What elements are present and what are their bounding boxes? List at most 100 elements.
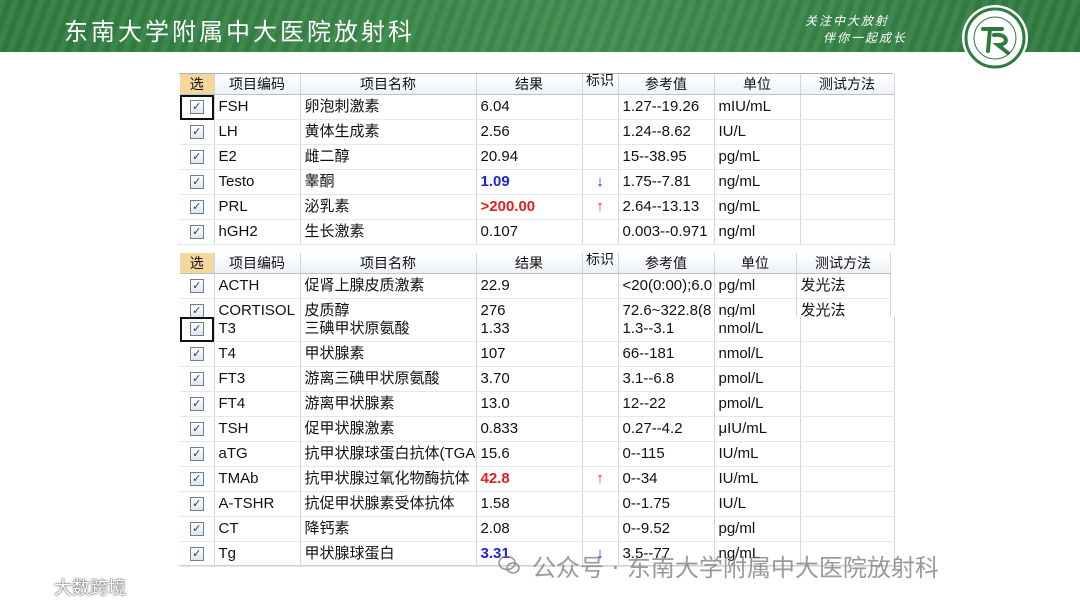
checkbox-checked-icon[interactable]: [189, 304, 204, 319]
table-row[interactable]: A-TSHR 抗促甲状腺素受体抗体 1.58 0--1.75 IU/L: [180, 491, 895, 517]
cell-name: 游离三碘甲状原氨酸: [300, 366, 477, 392]
row-checkbox[interactable]: [180, 273, 215, 299]
col-name[interactable]: 项目名称: [300, 74, 477, 95]
checkbox-checked-icon[interactable]: [189, 347, 204, 362]
table-row[interactable]: T4 甲状腺素 107 66--181 nmol/L: [180, 341, 895, 367]
row-checkbox[interactable]: [180, 416, 215, 442]
row-checkbox[interactable]: [180, 219, 215, 245]
col-code[interactable]: 项目编码: [214, 253, 301, 274]
checkbox-checked-icon[interactable]: [189, 279, 204, 294]
col-method[interactable]: 测试方法: [796, 253, 891, 274]
cell-method: [800, 317, 895, 342]
col-unit[interactable]: 单位: [714, 74, 801, 95]
cell-code: E2: [214, 144, 301, 170]
cell-flag: [582, 119, 619, 145]
table-row[interactable]: ACTH 促肾上腺皮质激素 22.9 <20(0:00);6.0 pg/ml 发…: [180, 273, 891, 299]
arrow-up-icon: ↑: [582, 194, 619, 220]
table-row[interactable]: aTG 抗甲状腺球蛋白抗体(TGA) 15.6 0--115 IU/mL: [180, 441, 895, 467]
row-checkbox[interactable]: [180, 341, 215, 367]
header-banner: 东南大学附属中大医院放射科 关注中大放射 伴你一起成长: [0, 0, 1080, 52]
col-result[interactable]: 结果: [476, 74, 583, 95]
row-checkbox[interactable]: [180, 144, 215, 170]
cell-method: [800, 194, 895, 220]
checkbox-checked-icon[interactable]: [189, 422, 204, 437]
col-code[interactable]: 项目编码: [214, 74, 301, 95]
table-row[interactable]: CT 降钙素 2.08 0--9.52 pg/ml: [180, 516, 895, 542]
cell-result: 107: [476, 341, 583, 367]
col-select[interactable]: 选: [180, 253, 215, 274]
row-checkbox[interactable]: [180, 366, 215, 392]
checkbox-checked-icon[interactable]: [189, 125, 204, 140]
row-checkbox[interactable]: [180, 169, 215, 195]
cell-name: 卵泡刺激素: [300, 94, 477, 120]
checkbox-checked-icon[interactable]: [189, 100, 204, 115]
cell-code: FT4: [214, 391, 301, 417]
checkbox-checked-icon[interactable]: [189, 472, 204, 487]
checkbox-checked-icon[interactable]: [189, 175, 204, 190]
row-checkbox[interactable]: [180, 194, 215, 220]
cell-code: ACTH: [214, 273, 301, 299]
row-checkbox[interactable]: [180, 317, 215, 342]
table-row[interactable]: Testo 睾酮 1.09 ↓ 1.75--7.81 ng/mL: [180, 169, 895, 195]
table-row[interactable]: FT4 游离甲状腺素 13.0 12--22 pmol/L: [180, 391, 895, 417]
row-checkbox[interactable]: [180, 94, 215, 120]
checkbox-checked-icon[interactable]: [189, 547, 204, 562]
cell-method: [800, 169, 895, 195]
checkbox-checked-icon[interactable]: [189, 200, 204, 215]
col-result[interactable]: 结果: [476, 253, 583, 274]
checkbox-checked-icon[interactable]: [189, 322, 204, 337]
row-checkbox[interactable]: [180, 119, 215, 145]
cell-code: hGH2: [214, 219, 301, 245]
cell-code: T3: [214, 317, 301, 342]
checkbox-checked-icon[interactable]: [189, 522, 204, 537]
cell-flag: [582, 491, 619, 517]
cell-method: 发光法: [796, 273, 891, 299]
table-row[interactable]: FT3 游离三碘甲状原氨酸 3.70 3.1--6.8 pmol/L: [180, 366, 895, 392]
cell-unit: pmol/L: [714, 366, 801, 392]
row-checkbox[interactable]: [180, 441, 215, 467]
table-row[interactable]: PRL 泌乳素 >200.00 ↑ 2.64--13.13 ng/mL: [180, 194, 895, 220]
col-reference[interactable]: 参考值: [618, 253, 715, 274]
col-flag[interactable]: 标识: [582, 253, 619, 274]
row-checkbox[interactable]: [180, 491, 215, 517]
table-row[interactable]: E2 雌二醇 20.94 15--38.95 pg/mL: [180, 144, 895, 170]
checkbox-checked-icon[interactable]: [189, 397, 204, 412]
cell-code: LH: [214, 119, 301, 145]
checkbox-checked-icon[interactable]: [189, 447, 204, 462]
cell-method: [800, 441, 895, 467]
col-unit[interactable]: 单位: [714, 253, 797, 274]
row-checkbox[interactable]: [180, 541, 215, 567]
table-row[interactable]: hGH2 生长激素 0.107 0.003--0.971 ng/ml: [180, 219, 895, 245]
col-select[interactable]: 选: [180, 74, 215, 95]
checkbox-checked-icon[interactable]: [189, 225, 204, 240]
table-row[interactable]: FSH 卵泡刺激素 6.04 1.27--19.26 mIU/mL: [180, 94, 895, 120]
cell-flag: [582, 416, 619, 442]
checkbox-checked-icon[interactable]: [189, 150, 204, 165]
cell-name: 黄体生成素: [300, 119, 477, 145]
cell-method: [800, 466, 895, 492]
page-title: 东南大学附属中大医院放射科: [64, 18, 415, 46]
checkbox-checked-icon[interactable]: [189, 497, 204, 512]
table-row[interactable]: TMAb 抗甲状腺过氧化物酶抗体 42.8 ↑ 0--34 IU/mL: [180, 466, 895, 492]
checkbox-checked-icon[interactable]: [189, 372, 204, 387]
table-row[interactable]: LH 黄体生成素 2.56 1.24--8.62 IU/L: [180, 119, 895, 145]
cell-reference: 1.75--7.81: [618, 169, 715, 195]
row-checkbox[interactable]: [180, 466, 215, 492]
table-row[interactable]: T3 三碘甲状原氨酸 1.33 1.3--3.1 nmol/L: [180, 317, 895, 342]
cell-unit: IU/mL: [714, 466, 801, 492]
col-name[interactable]: 项目名称: [300, 253, 477, 274]
col-reference[interactable]: 参考值: [618, 74, 715, 95]
cell-method: [800, 341, 895, 367]
cell-reference: 1.24--8.62: [618, 119, 715, 145]
cell-flag: [582, 516, 619, 542]
table-row[interactable]: TSH 促甲状腺激素 0.833 0.27--4.2 μIU/mL: [180, 416, 895, 442]
cell-method: [800, 516, 895, 542]
cell-name: 三碘甲状原氨酸: [300, 317, 477, 342]
row-checkbox[interactable]: [180, 391, 215, 417]
cell-code: PRL: [214, 194, 301, 220]
col-method[interactable]: 测试方法: [800, 74, 895, 95]
cell-unit: IU/mL: [714, 441, 801, 467]
col-flag[interactable]: 标识: [582, 74, 619, 95]
row-checkbox[interactable]: [180, 516, 215, 542]
cell-unit: pg/mL: [714, 144, 801, 170]
